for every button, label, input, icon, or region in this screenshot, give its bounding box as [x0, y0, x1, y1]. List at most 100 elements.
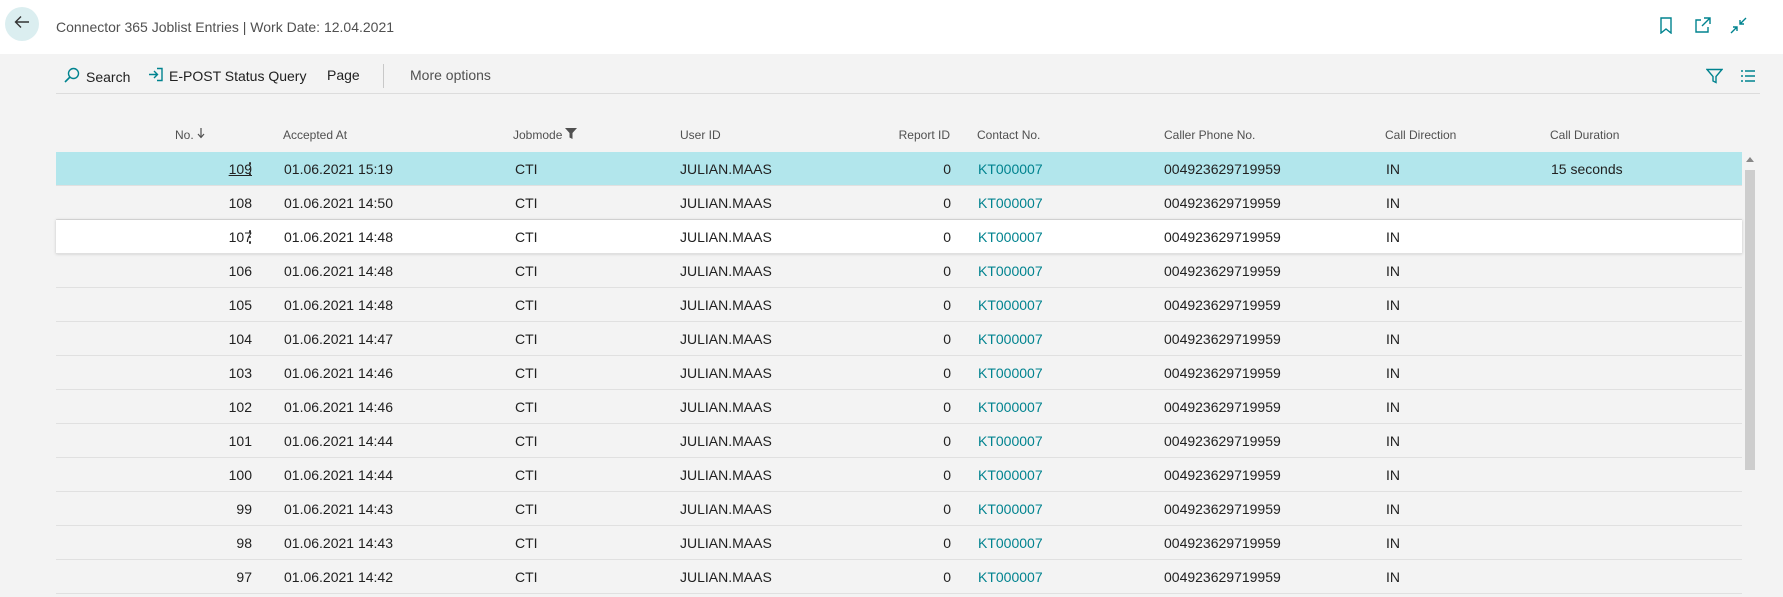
cell-jobmode: CTI — [515, 501, 538, 517]
cell-user-id: JULIAN.MAAS — [680, 501, 772, 517]
cell-user-id: JULIAN.MAAS — [680, 433, 772, 449]
cell-contact-no-link[interactable]: KT000007 — [978, 195, 1043, 211]
cell-contact-no-link[interactable]: KT000007 — [978, 535, 1043, 551]
cell-contact-no-link[interactable]: KT000007 — [978, 569, 1043, 585]
table-row[interactable]: 98 01.06.2021 14:43 CTI JULIAN.MAAS 0 KT00000… — [56, 526, 1742, 560]
cell-call-direction: IN — [1386, 467, 1400, 483]
cell-user-id: JULIAN.MAAS — [680, 297, 772, 313]
back-arrow-icon — [13, 13, 31, 36]
back-button[interactable] — [5, 7, 39, 41]
epost-status-query-button[interactable]: E-POST Status Query — [148, 67, 306, 85]
column-header-label: Report ID — [898, 128, 950, 142]
epost-status-query-label: E-POST Status Query — [169, 68, 307, 84]
column-header-user-id[interactable]: User ID — [680, 128, 721, 142]
cell-jobmode: CTI — [515, 229, 538, 245]
cell-contact-no-link[interactable]: KT000007 — [978, 365, 1043, 381]
bookmark-icon[interactable] — [1657, 16, 1675, 34]
page-menu-button[interactable]: Page — [327, 67, 360, 83]
cell-jobmode: CTI — [515, 467, 538, 483]
scrollbar-thumb[interactable] — [1745, 170, 1755, 470]
scroll-up-icon[interactable] — [1743, 156, 1757, 166]
cell-call-duration: 15 seconds — [1551, 161, 1623, 177]
cell-contact-no-link[interactable]: KT000007 — [978, 263, 1043, 279]
cell-accepted-at: 01.06.2021 14:43 — [284, 501, 393, 517]
column-header-accepted-at[interactable]: Accepted At — [283, 128, 347, 142]
cell-contact-no-link[interactable]: KT000007 — [978, 229, 1043, 245]
table-row[interactable]: 104 01.06.2021 14:47 CTI JULIAN.MAAS 0 KT0000… — [56, 322, 1742, 356]
cell-jobmode: CTI — [515, 399, 538, 415]
cell-report-id: 0 — [943, 569, 951, 585]
table-row[interactable]: 109 01.06.2021 15:19 CTI JULIAN.MAAS 0 KT0000… — [56, 152, 1742, 186]
cell-caller-phone-no: 004923629719959 — [1164, 399, 1281, 415]
cell-call-direction: IN — [1386, 501, 1400, 517]
column-header-no[interactable]: No. — [175, 128, 205, 142]
vertical-scrollbar[interactable] — [1743, 152, 1757, 597]
cell-call-direction: IN — [1386, 297, 1400, 313]
cell-call-direction: IN — [1386, 161, 1400, 177]
table-row[interactable]: 97 01.06.2021 14:42 CTI JULIAN.MAAS 0 KT00000… — [56, 560, 1742, 594]
cell-no: 100 — [228, 467, 252, 483]
table-row[interactable]: 99 01.06.2021 14:43 CTI JULIAN.MAAS 0 KT00000… — [56, 492, 1742, 526]
cell-accepted-at: 01.06.2021 14:43 — [284, 535, 393, 551]
cell-user-id: JULIAN.MAAS — [680, 229, 772, 245]
table-row[interactable]: 106 01.06.2021 14:48 CTI JULIAN.MAAS 0 KT0000… — [56, 254, 1742, 288]
cell-call-direction: IN — [1386, 399, 1400, 415]
cell-call-direction: IN — [1386, 195, 1400, 211]
cell-no: 105 — [228, 297, 252, 313]
column-header-call-direction[interactable]: Call Direction — [1385, 128, 1456, 142]
table-row[interactable]: 107 01.06.2021 14:48 CTI JULIAN.MAAS 0 KT0000… — [56, 220, 1742, 254]
column-header-contact-no[interactable]: Contact No. — [977, 128, 1040, 142]
action-separator — [383, 64, 384, 88]
cell-contact-no-link[interactable]: KT000007 — [978, 331, 1043, 347]
table-row[interactable]: 101 01.06.2021 14:44 CTI JULIAN.MAAS 0 KT0000… — [56, 424, 1742, 458]
table-row[interactable]: 100 01.06.2021 14:44 CTI JULIAN.MAAS 0 KT0000… — [56, 458, 1742, 492]
cell-call-direction: IN — [1386, 365, 1400, 381]
search-button[interactable]: Search — [64, 67, 130, 86]
cell-contact-no-link[interactable]: KT000007 — [978, 161, 1043, 177]
column-header-caller-phone-no[interactable]: Caller Phone No. — [1164, 128, 1255, 142]
row-actions-menu-icon[interactable] — [242, 227, 258, 247]
cell-jobmode: CTI — [515, 161, 538, 177]
cell-report-id: 0 — [943, 195, 951, 211]
cell-caller-phone-no: 004923629719959 — [1164, 331, 1281, 347]
cell-report-id: 0 — [943, 433, 951, 449]
cell-no: 99 — [236, 501, 252, 517]
table-row[interactable]: 108 01.06.2021 14:50 CTI JULIAN.MAAS 0 KT0000… — [56, 186, 1742, 220]
column-header-label: No. — [175, 128, 194, 142]
row-actions-menu-icon[interactable] — [242, 159, 258, 179]
cell-accepted-at: 01.06.2021 14:47 — [284, 331, 393, 347]
cell-user-id: JULIAN.MAAS — [680, 331, 772, 347]
table-row[interactable]: 102 01.06.2021 14:46 CTI JULIAN.MAAS 0 KT0000… — [56, 390, 1742, 424]
cell-contact-no-link[interactable]: KT000007 — [978, 467, 1043, 483]
table-row[interactable]: 105 01.06.2021 14:48 CTI JULIAN.MAAS 0 KT0000… — [56, 288, 1742, 322]
cell-no: 106 — [228, 263, 252, 279]
menu-dot — [248, 235, 252, 239]
column-header-label: Jobmode — [513, 128, 563, 142]
column-filter-icon — [565, 128, 578, 142]
cell-accepted-at: 01.06.2021 14:42 — [284, 569, 393, 585]
cell-report-id: 0 — [943, 501, 951, 517]
cell-contact-no-link[interactable]: KT000007 — [978, 501, 1043, 517]
collapse-icon[interactable] — [1729, 16, 1747, 34]
column-header-report-id[interactable]: Report ID — [899, 128, 950, 142]
table-row[interactable]: 103 01.06.2021 14:46 CTI JULIAN.MAAS 0 KT0000… — [56, 356, 1742, 390]
column-header-jobmode[interactable]: Jobmode — [513, 128, 578, 142]
column-header-call-duration[interactable]: Call Duration — [1550, 128, 1619, 142]
list-view-icon[interactable] — [1738, 66, 1758, 86]
cell-accepted-at: 01.06.2021 15:19 — [284, 161, 393, 177]
cell-contact-no-link[interactable]: KT000007 — [978, 399, 1043, 415]
sort-down-arrow-icon — [197, 128, 205, 142]
cell-no: 103 — [228, 365, 252, 381]
cell-contact-no-link[interactable]: KT000007 — [978, 433, 1043, 449]
cell-jobmode: CTI — [515, 365, 538, 381]
cell-call-direction: IN — [1386, 263, 1400, 279]
cell-call-direction: IN — [1386, 433, 1400, 449]
menu-dot — [248, 167, 252, 171]
more-options-button[interactable]: More options — [410, 67, 491, 83]
cell-user-id: JULIAN.MAAS — [680, 535, 772, 551]
filter-icon[interactable] — [1704, 66, 1724, 86]
open-new-window-icon[interactable] — [1693, 16, 1711, 34]
cell-contact-no-link[interactable]: KT000007 — [978, 297, 1043, 313]
cell-call-direction: IN — [1386, 229, 1400, 245]
menu-dot — [248, 241, 252, 244]
